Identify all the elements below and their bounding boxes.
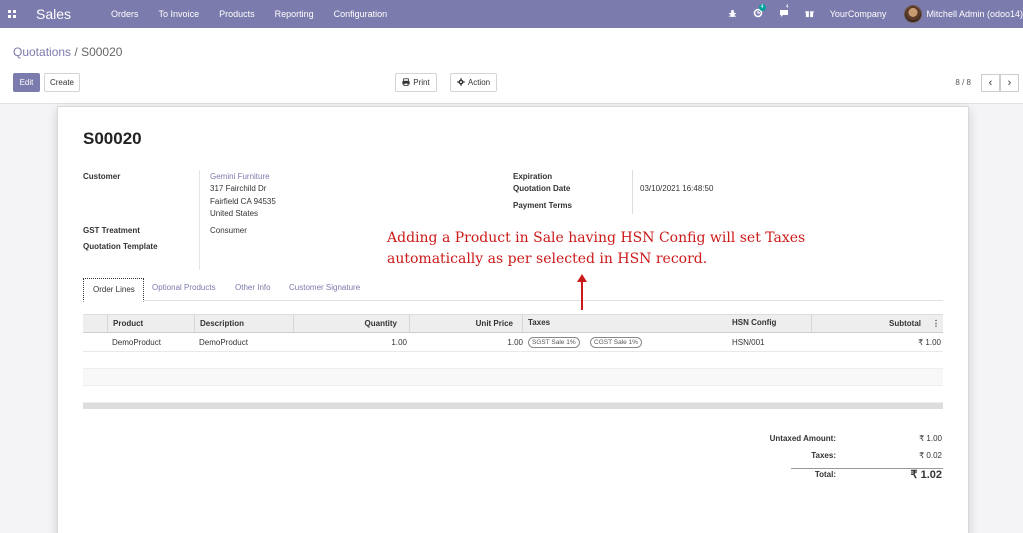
field-divider-left — [199, 170, 200, 270]
user-avatar[interactable] — [904, 5, 923, 23]
gear-icon — [457, 77, 465, 88]
column-hsn-config[interactable]: HSN Config — [732, 318, 776, 327]
top-navbar: Sales Orders To Invoice Products Reporti… — [0, 0, 1023, 28]
untaxed-amount-label: Untaxed Amount: — [769, 434, 836, 443]
control-panel: Quotations / S00020 Edit Create Print Ac… — [0, 28, 1023, 104]
row-quantity[interactable]: 1.00 — [391, 338, 407, 347]
create-button[interactable]: Create — [44, 73, 80, 92]
row-description[interactable]: DemoProduct — [199, 338, 248, 347]
payment-terms-label: Payment Terms — [513, 201, 572, 210]
tab-customer-signature[interactable]: Customer Signature — [289, 283, 360, 292]
tab-order-lines[interactable]: Order Lines — [83, 278, 144, 302]
pager-buttons: ‹ › — [981, 74, 1019, 92]
gst-treatment-field[interactable]: Consumer — [210, 226, 247, 235]
order-name: S00020 — [83, 129, 142, 148]
chevron-left-icon: ‹ — [988, 77, 993, 89]
tax-tag-cgst[interactable]: CGST Sale 1% — [590, 337, 642, 348]
tax-tag-sgst[interactable]: SGST Sale 1% — [528, 337, 580, 348]
breadcrumb-quotations[interactable]: Quotations — [13, 45, 71, 59]
action-button[interactable]: Action — [450, 73, 497, 92]
expiration-label: Expiration — [513, 172, 553, 181]
optional-columns-icon[interactable]: ⋮ — [932, 319, 940, 328]
table-footer — [83, 403, 943, 409]
empty-row — [83, 352, 943, 369]
column-product[interactable]: Product — [113, 319, 143, 328]
taxes-label: Taxes: — [811, 451, 836, 460]
annotation-arrow-line — [581, 280, 583, 310]
row-unit-price[interactable]: 1.00 — [507, 338, 523, 347]
menu-configuration[interactable]: Configuration — [324, 9, 398, 19]
taxes-value: ₹ 0.02 — [919, 451, 942, 460]
company-switcher[interactable]: YourCompany — [830, 9, 887, 19]
untaxed-amount-value: ₹ 1.00 — [919, 434, 942, 443]
messages-icon[interactable]: 4 — [779, 4, 789, 20]
row-subtotal: ₹ 1.00 — [918, 338, 941, 347]
action-label: Action — [467, 78, 491, 87]
quotation-date-label: Quotation Date — [513, 184, 571, 193]
breadcrumb: Quotations / S00020 — [13, 45, 122, 59]
customer-country: United States — [210, 209, 259, 218]
pager-value[interactable]: 8 / 8 — [955, 78, 971, 87]
row-product[interactable]: DemoProduct — [112, 338, 161, 347]
pager-next-button[interactable]: › — [1000, 74, 1019, 92]
order-lines-table: Product Description Quantity Unit Price … — [83, 314, 943, 409]
print-label: Print — [413, 78, 430, 87]
breadcrumb-separator: / — [74, 45, 78, 59]
empty-row — [83, 386, 943, 403]
apps-menu-icon[interactable] — [0, 0, 24, 28]
customer-name[interactable]: Gemini Furniture — [210, 172, 270, 181]
annotation-line-1: Adding a Product in Sale having HSN Conf… — [387, 230, 806, 246]
menu-to-invoice[interactable]: To Invoice — [149, 9, 210, 19]
total-value: ₹ 1.02 — [910, 469, 942, 481]
quotation-date-field[interactable]: 03/10/2021 16:48:50 — [640, 184, 713, 193]
total-label: Total: — [814, 470, 836, 479]
breadcrumb-current: S00020 — [81, 45, 123, 59]
column-taxes[interactable]: Taxes — [528, 318, 550, 327]
user-menu[interactable]: Mitchell Admin (odoo14) — [926, 9, 1023, 19]
column-description[interactable]: Description — [200, 319, 244, 328]
edit-button[interactable]: Edit — [13, 73, 40, 92]
activity-icon[interactable]: 4 — [753, 4, 766, 20]
column-subtotal[interactable]: Subtotal — [889, 319, 921, 328]
main-menu: Orders To Invoice Products Reporting Con… — [101, 9, 397, 19]
activity-count-badge: 4 — [758, 4, 766, 11]
print-button[interactable]: Print — [395, 73, 437, 92]
customer-street: 317 Fairchild Dr — [210, 184, 267, 193]
customer-label: Customer — [83, 172, 121, 181]
notebook-tabs: Order Lines Optional Products Other Info… — [83, 277, 943, 302]
row-hsn-config[interactable]: HSN/001 — [732, 338, 764, 347]
gift-icon[interactable] — [805, 9, 814, 20]
tab-other-info[interactable]: Other Info — [235, 283, 271, 292]
app-name[interactable]: Sales — [36, 6, 71, 22]
message-count-badge: 4 — [785, 4, 789, 10]
table-header: Product Description Quantity Unit Price … — [83, 314, 943, 333]
annotation-text: Adding a Product in Sale having HSN Conf… — [387, 228, 827, 270]
menu-orders[interactable]: Orders — [101, 9, 149, 19]
print-icon — [402, 77, 410, 88]
column-unit-price[interactable]: Unit Price — [476, 319, 513, 328]
annotation-line-2: automatically as per selected in HSN rec… — [387, 251, 708, 267]
menu-reporting[interactable]: Reporting — [265, 9, 324, 19]
field-divider-right — [632, 170, 633, 214]
tab-optional-products[interactable]: Optional Products — [152, 283, 216, 292]
quotation-template-label: Quotation Template — [83, 242, 158, 251]
gst-treatment-label: GST Treatment — [83, 226, 140, 235]
menu-products[interactable]: Products — [209, 9, 265, 19]
bug-icon[interactable] — [728, 9, 737, 20]
navbar-systray: 4 4 YourCompany Mitchell Admin (odoo14) — [728, 0, 1023, 28]
customer-city: Fairfield CA 94535 — [210, 197, 276, 206]
column-quantity[interactable]: Quantity — [365, 319, 397, 328]
empty-row — [83, 369, 943, 386]
form-sheet: S00020 Customer Gemini Furniture 317 Fai… — [57, 106, 969, 533]
pager-previous-button[interactable]: ‹ — [981, 74, 1000, 92]
table-row[interactable]: DemoProduct DemoProduct 1.00 1.00 SGST S… — [83, 333, 943, 352]
chevron-right-icon: › — [1007, 77, 1012, 89]
